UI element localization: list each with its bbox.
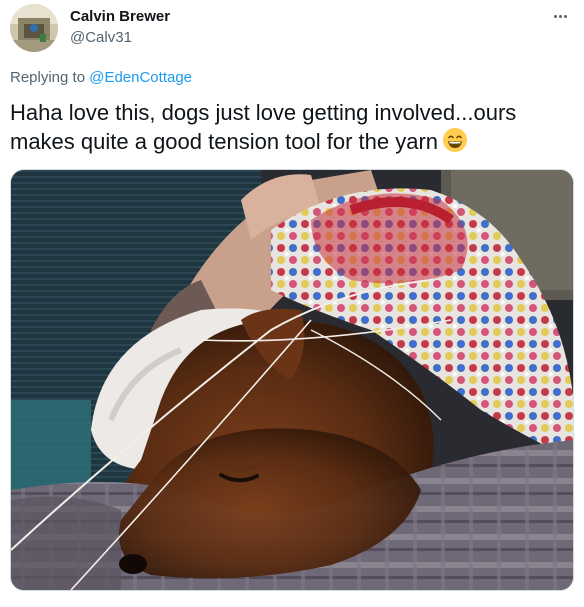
tweet: Calvin Brewer @Calv31 Replying to @EdenC…: [0, 0, 584, 607]
avatar[interactable]: [10, 4, 58, 52]
tweet-photo[interactable]: [10, 169, 574, 591]
profile-photo-icon: [10, 4, 58, 52]
replying-to: Replying to @EdenCottage: [10, 69, 192, 86]
more-options-icon[interactable]: [548, 4, 572, 28]
replying-to-label: Replying to: [10, 69, 86, 86]
tweet-text: Haha love this, dogs just love getting i…: [10, 98, 570, 160]
author-handle[interactable]: @Calv31: [70, 29, 132, 46]
mention-link[interactable]: @EdenCottage: [89, 69, 192, 86]
author-name[interactable]: Calvin Brewer: [70, 8, 170, 25]
grinning-face-icon: [442, 127, 468, 160]
dog-yarn-photo-icon: [11, 170, 573, 590]
tweet-body: Haha love this, dogs just love getting i…: [10, 100, 517, 154]
